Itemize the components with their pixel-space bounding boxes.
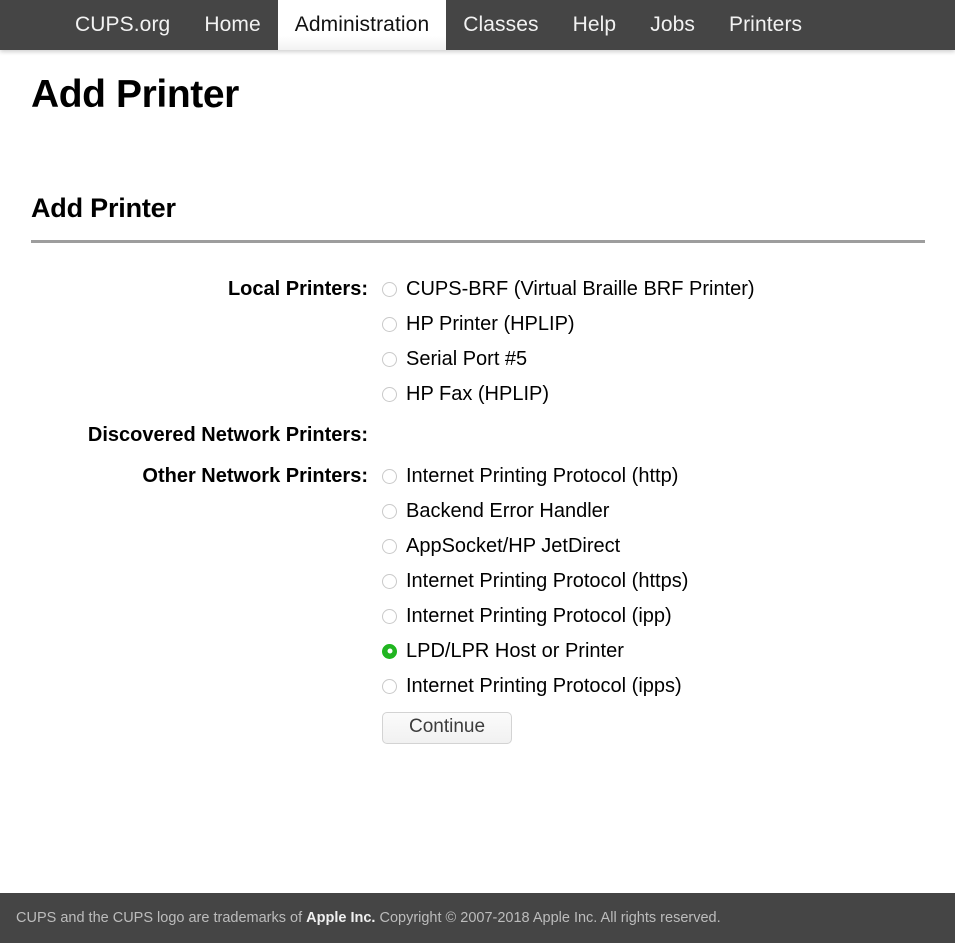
form-row-discovered-network-printers: Discovered Network Printers: (0, 412, 955, 453)
page-footer: CUPS and the CUPS logo are trademarks of… (0, 893, 955, 943)
radio-option[interactable]: CUPS-BRF (Virtual Braille BRF Printer) (382, 272, 955, 307)
nav-item-cups-org[interactable]: CUPS.org (58, 0, 187, 50)
radio-option[interactable]: Backend Error Handler (382, 494, 955, 529)
top-navigation-bar: CUPS.org Home Administration Classes Help Job… (0, 0, 955, 50)
nav-item-home[interactable]: Home (187, 0, 277, 50)
radio-button[interactable] (382, 678, 397, 694)
continue-button[interactable]: Continue (382, 711, 513, 745)
radio-button[interactable] (382, 316, 397, 332)
apple-inc-link[interactable]: Apple Inc. (306, 910, 375, 926)
radio-button[interactable] (382, 573, 397, 589)
radio-option[interactable]: Internet Printing Protocol (ipps) (382, 669, 955, 704)
page-title: Add Printer (31, 73, 239, 116)
radio-option-label: Internet Printing Protocol (http) (406, 465, 679, 488)
radio-button[interactable] (382, 351, 397, 367)
radio-button[interactable] (382, 386, 397, 402)
page-content: Add Printer Add Printer Local Printers: C… (0, 50, 955, 893)
radio-button-selected[interactable] (382, 643, 397, 659)
form-label-local-printers: Local Printers: (227, 277, 368, 300)
nav-item-jobs[interactable]: Jobs (633, 0, 712, 50)
footer-text-after: Copyright © 2007-2018 Apple Inc. All rig… (375, 910, 721, 926)
radio-option[interactable]: AppSocket/HP JetDirect (382, 529, 955, 564)
nav-item-help[interactable]: Help (556, 0, 634, 50)
form-label-other-network-printers: Other Network Printers: (142, 464, 368, 487)
radio-option[interactable]: HP Printer (HPLIP) (382, 307, 955, 342)
nav-item-printers[interactable]: Printers (712, 0, 819, 50)
radio-option-label: Internet Printing Protocol (ipp) (406, 605, 672, 628)
section-heading: Add Printer (31, 192, 176, 223)
radio-option-label: HP Printer (HPLIP) (406, 313, 575, 336)
radio-option[interactable]: Internet Printing Protocol (https) (382, 564, 955, 599)
footer-text-before: CUPS and the CUPS logo are trademarks of (16, 910, 307, 926)
form-options-other-network-printers: Internet Printing Protocol (http) Backend… (368, 453, 955, 704)
radio-option-label: AppSocket/HP JetDirect (406, 535, 621, 558)
submit-wrapper: Continue (368, 711, 513, 745)
radio-option-label: Internet Printing Protocol (https) (406, 570, 689, 593)
radio-button[interactable] (382, 503, 397, 519)
radio-option-label: CUPS-BRF (Virtual Braille BRF Printer) (406, 278, 755, 301)
add-printer-form: Local Printers: CUPS-BRF (Virtual Braille… (0, 266, 955, 704)
form-options-discovered-network-printers (368, 412, 955, 428)
form-row-other-network-printers: Other Network Printers: Internet Printing… (0, 453, 955, 704)
radio-option[interactable]: LPD/LPR Host or Printer (382, 634, 955, 669)
form-options-local-printers: CUPS-BRF (Virtual Braille BRF Printer) HP… (368, 266, 955, 412)
radio-button[interactable] (382, 538, 397, 554)
radio-button[interactable] (382, 608, 397, 624)
radio-option-label: Internet Printing Protocol (ipps) (406, 675, 682, 698)
section-divider (31, 239, 925, 243)
radio-option[interactable]: HP Fax (HPLIP) (382, 377, 955, 412)
submit-spacer (0, 712, 368, 745)
radio-option[interactable]: Serial Port #5 (382, 342, 955, 377)
radio-option-label: Serial Port #5 (406, 348, 528, 371)
radio-button[interactable] (382, 468, 397, 484)
footer-copyright-text: CUPS and the CUPS logo are trademarks of… (16, 910, 721, 926)
radio-button[interactable] (382, 281, 397, 297)
radio-option-label: Backend Error Handler (406, 500, 610, 523)
radio-option-label: HP Fax (HPLIP) (406, 383, 549, 406)
form-row-local-printers: Local Printers: CUPS-BRF (Virtual Braille… (0, 266, 955, 412)
nav-item-administration[interactable]: Administration (277, 0, 447, 50)
nav-item-classes[interactable]: Classes (446, 0, 555, 50)
radio-option-label: LPD/LPR Host or Printer (406, 640, 624, 663)
form-label-discovered-network-printers: Discovered Network Printers: (87, 423, 368, 446)
radio-option[interactable]: Internet Printing Protocol (ipp) (382, 599, 955, 634)
radio-option[interactable]: Internet Printing Protocol (http) (382, 459, 955, 494)
no-options-placeholder (382, 418, 955, 428)
submit-row: Continue (0, 711, 955, 745)
